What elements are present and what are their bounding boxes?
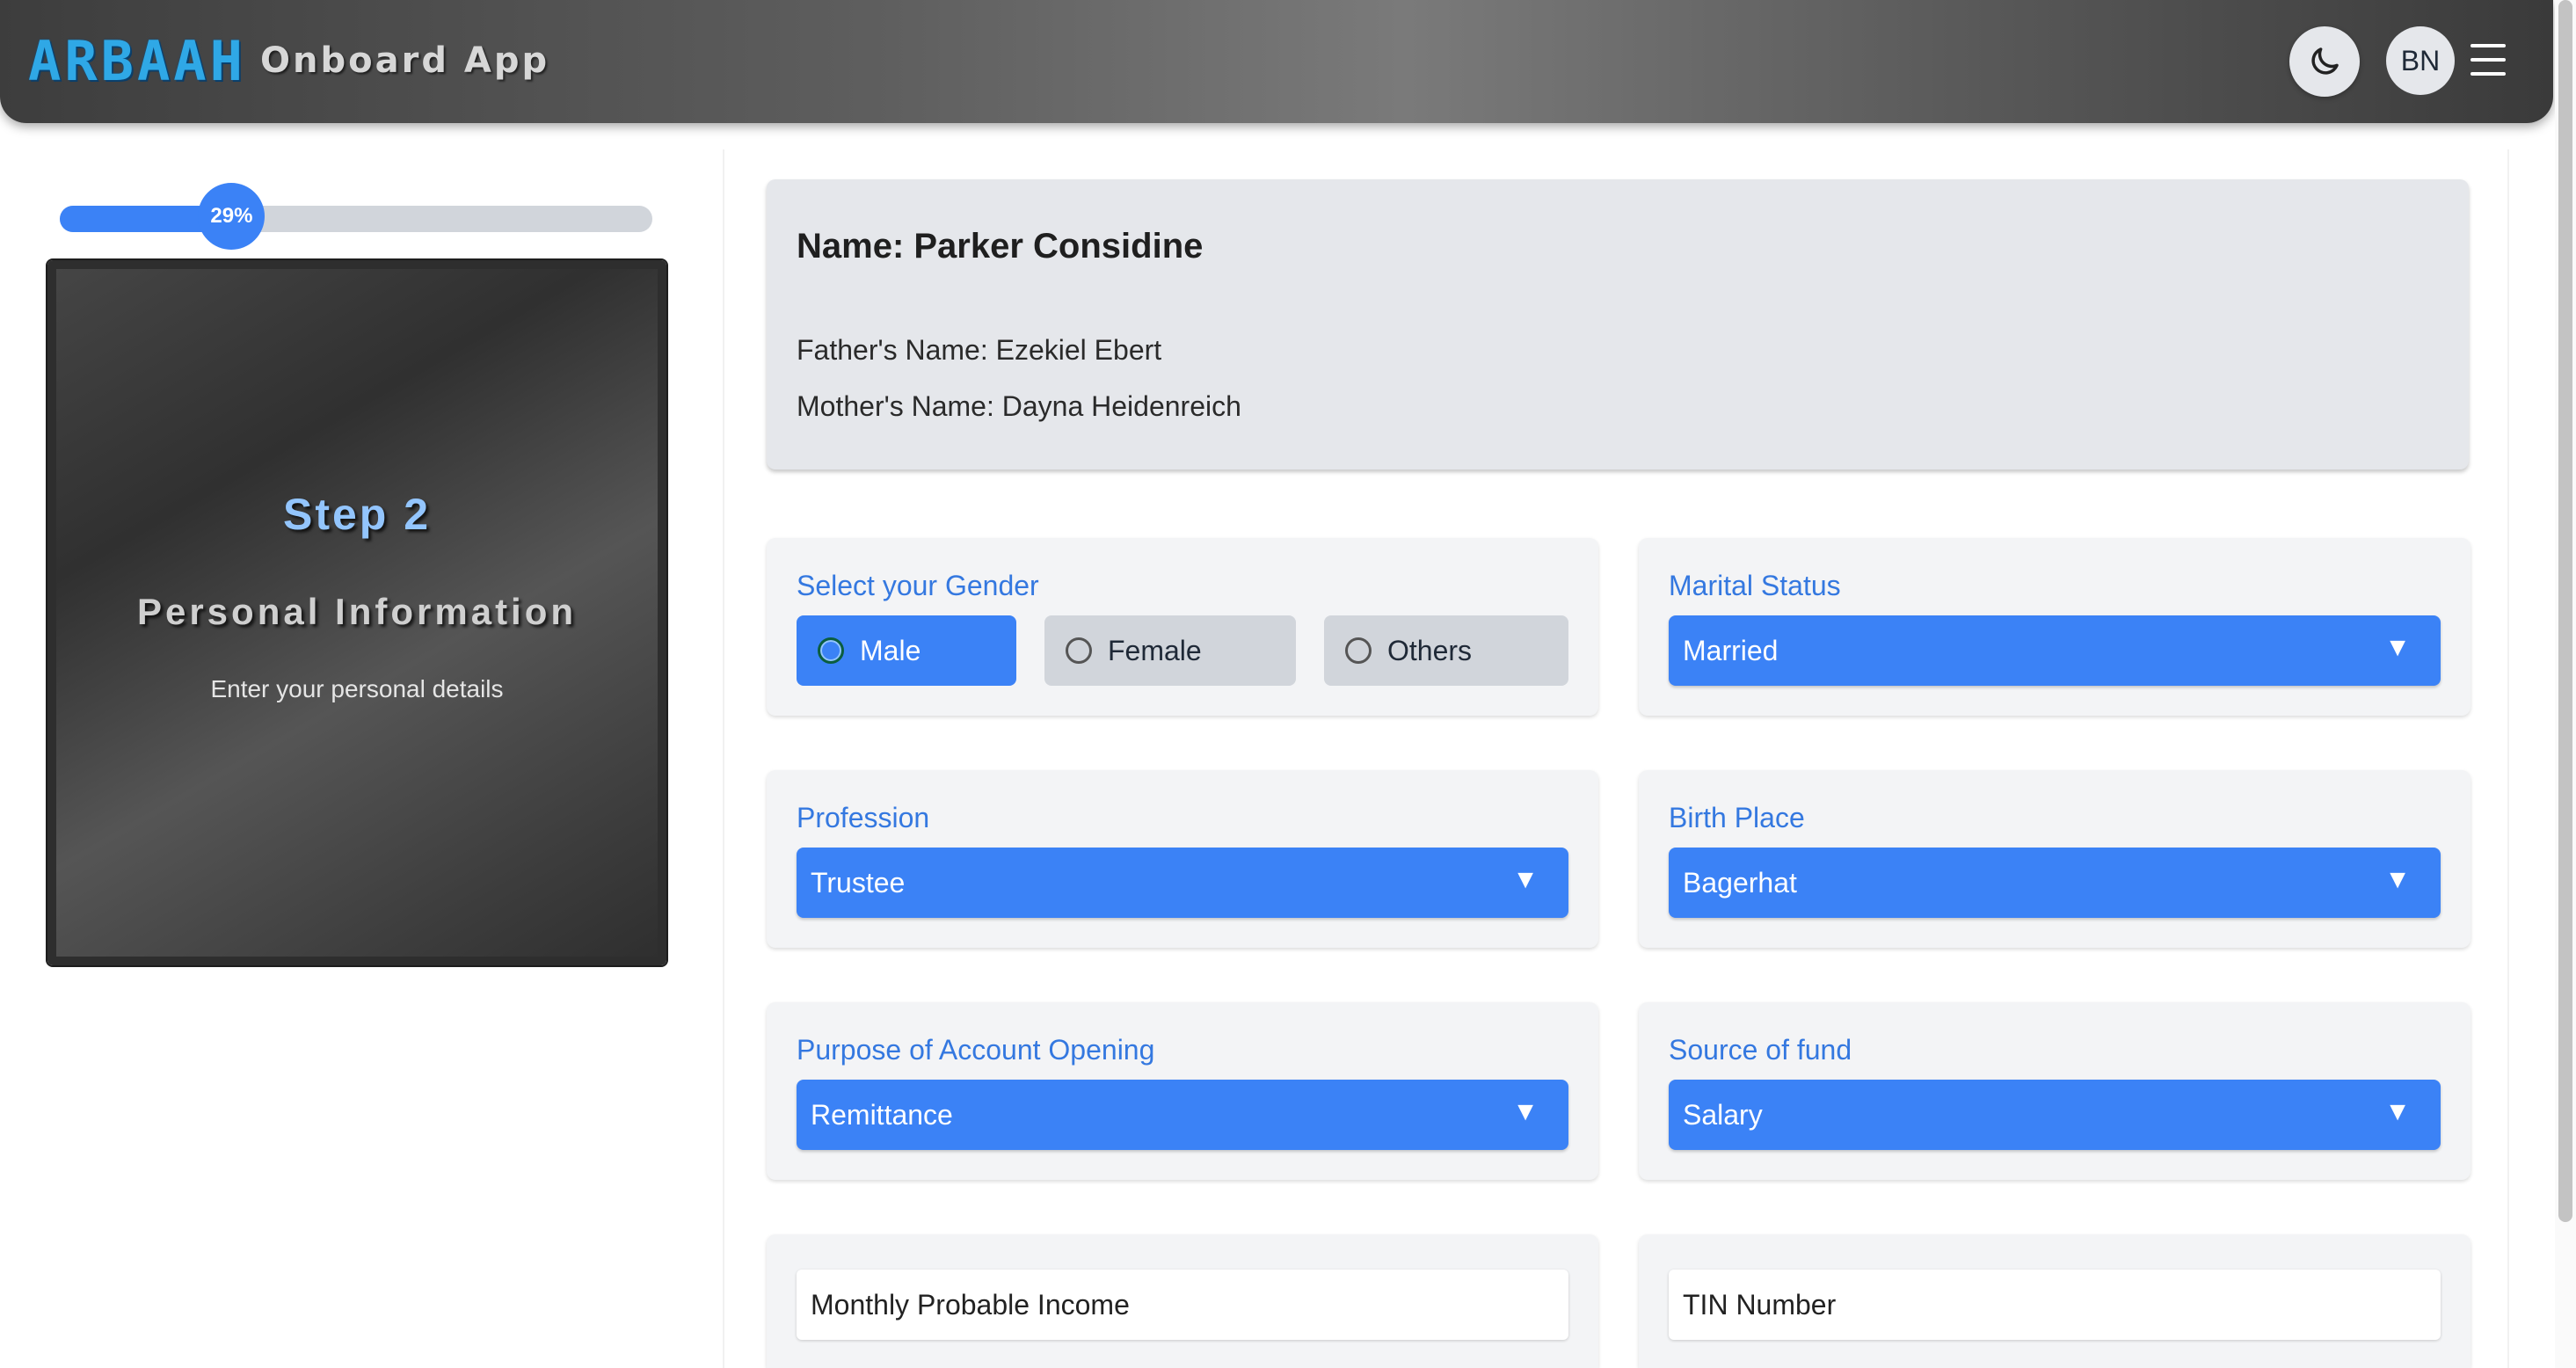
chevron-down-icon: ▼ bbox=[2384, 633, 2411, 662]
step-card: Step 2 Personal Information Enter your p… bbox=[47, 260, 666, 965]
source-of-fund-select[interactable]: Salary ▼ bbox=[1669, 1080, 2441, 1150]
logo-text: ARBAAH bbox=[28, 28, 246, 93]
content-right-border bbox=[2507, 149, 2509, 1368]
chevron-down-icon: ▼ bbox=[2384, 865, 2411, 894]
radio-unselected-icon bbox=[1345, 637, 1372, 664]
gender-option-female[interactable]: Female bbox=[1044, 615, 1296, 686]
birth-place-value: Bagerhat bbox=[1683, 866, 1797, 899]
radio-selected-icon bbox=[818, 637, 844, 664]
progress-percent-badge: 29% bbox=[198, 183, 266, 250]
chevron-down-icon: ▼ bbox=[2384, 1097, 2411, 1126]
monthly-income-card: Monthly Probable Income bbox=[767, 1234, 1598, 1368]
step-title: Personal Information bbox=[136, 591, 578, 632]
hamburger-menu-icon[interactable] bbox=[2470, 44, 2506, 76]
mother-name: Mother's Name: Dayna Heidenreich bbox=[797, 390, 1241, 422]
marital-status-card: Marital Status Married ▼ bbox=[1639, 538, 2470, 716]
purpose-card: Purpose of Account Opening Remittance ▼ bbox=[767, 1002, 1598, 1180]
step-number: Step 2 bbox=[282, 490, 432, 539]
purpose-label: Purpose of Account Opening bbox=[797, 1034, 1155, 1066]
moon-icon bbox=[2311, 47, 2339, 75]
chevron-down-icon: ▼ bbox=[1512, 1097, 1539, 1126]
source-of-fund-label: Source of fund bbox=[1669, 1034, 1852, 1066]
radio-unselected-icon bbox=[1066, 637, 1092, 664]
app-title: Onboard App bbox=[260, 40, 550, 81]
father-name: Father's Name: Ezekiel Ebert bbox=[797, 334, 1162, 366]
tin-number-card: TIN Number bbox=[1639, 1234, 2470, 1368]
chevron-down-icon: ▼ bbox=[1512, 865, 1539, 894]
tin-number-input[interactable]: TIN Number bbox=[1669, 1270, 2441, 1340]
source-of-fund-value: Salary bbox=[1683, 1098, 1763, 1131]
profession-label: Profession bbox=[797, 802, 930, 833]
gender-option-label: Others bbox=[1387, 634, 1473, 666]
profession-value: Trustee bbox=[811, 866, 906, 899]
profession-card: Profession Trustee ▼ bbox=[767, 770, 1598, 948]
birth-place-label: Birth Place bbox=[1669, 802, 1805, 833]
gender-option-label: Male bbox=[860, 634, 921, 666]
gender-option-male[interactable]: Male bbox=[797, 615, 1016, 686]
birth-place-card: Birth Place Bagerhat ▼ bbox=[1639, 770, 2470, 948]
purpose-value: Remittance bbox=[811, 1098, 953, 1131]
source-of-fund-card: Source of fund Salary ▼ bbox=[1639, 1002, 2470, 1180]
gender-option-label: Female bbox=[1108, 634, 1202, 666]
page-scrollbar-thumb[interactable] bbox=[2558, 0, 2572, 1222]
purpose-select[interactable]: Remittance ▼ bbox=[797, 1080, 1568, 1150]
birth-place-select[interactable]: Bagerhat ▼ bbox=[1669, 848, 2441, 918]
app-header: ARBAAH Onboard App BN bbox=[0, 0, 2553, 123]
column-divider bbox=[723, 149, 724, 1368]
marital-status-label: Marital Status bbox=[1669, 570, 1841, 601]
theme-toggle-button[interactable] bbox=[2289, 26, 2360, 97]
marital-status-select[interactable]: Married ▼ bbox=[1669, 615, 2441, 686]
gender-label: Select your Gender bbox=[797, 570, 1039, 601]
language-button[interactable]: BN bbox=[2386, 26, 2455, 95]
gender-card: Select your Gender Male Female Others bbox=[767, 538, 1598, 716]
applicant-name: Name: Parker Considine bbox=[797, 227, 1204, 266]
step-subtitle: Enter your personal details bbox=[210, 675, 504, 702]
marital-status-value: Married bbox=[1683, 634, 1779, 666]
progress-bar: 29% bbox=[60, 183, 652, 250]
monthly-income-input[interactable]: Monthly Probable Income bbox=[797, 1270, 1568, 1340]
applicant-info-card: Name: Parker Considine Father's Name: Ez… bbox=[767, 179, 2469, 469]
profession-select[interactable]: Trustee ▼ bbox=[797, 848, 1568, 918]
brand-logo[interactable]: ARBAAH bbox=[28, 28, 246, 93]
gender-option-others[interactable]: Others bbox=[1324, 615, 1568, 686]
